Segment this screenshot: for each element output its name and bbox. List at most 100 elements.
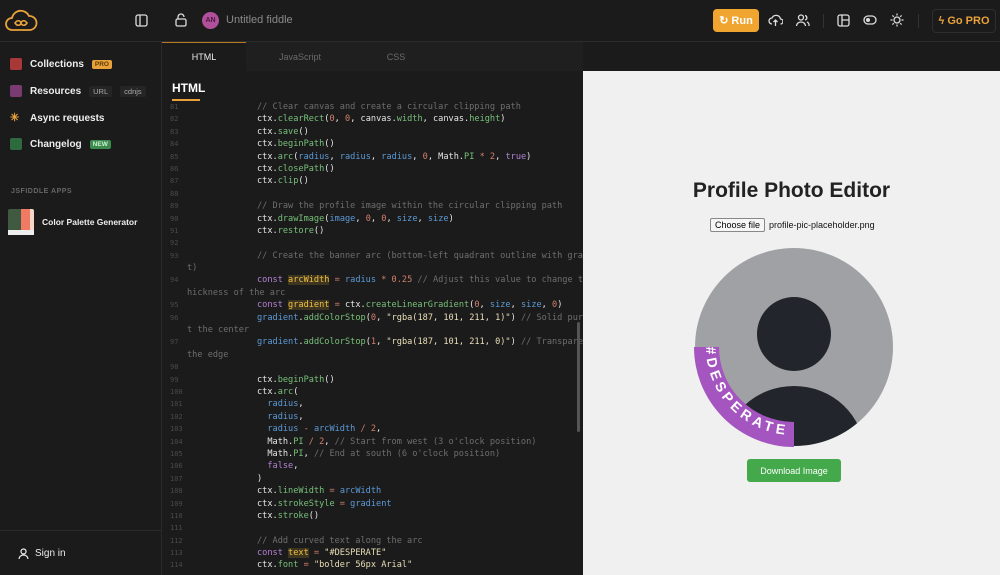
code-token: closePath [277, 163, 325, 174]
code-token: "rgba(187, 101, 211, 1)" [386, 312, 511, 323]
code-text: ctx.font = "bolder 56px Arial" [257, 559, 412, 571]
line-number: 89 [170, 202, 179, 211]
sidebar-item-label: Changelog [30, 138, 82, 150]
code-token: () [324, 374, 335, 385]
code-token: , [329, 151, 340, 162]
code-token: // End at south (6 o'clock position) [313, 448, 501, 459]
sidebar-item-resources[interactable]: Resources URL cdnjs [10, 85, 146, 97]
code-lines[interactable]: 81 // Clear canvas and create a circular … [162, 101, 583, 572]
code-token: ) [510, 337, 521, 348]
pro-badge: PRO [91, 59, 112, 69]
code-token: = [329, 300, 345, 311]
code-token: "rgba(187, 101, 211, 0)" [386, 337, 511, 348]
code-token: // Draw the profile image within the cir… [257, 201, 563, 212]
sidebar-item-changelog[interactable]: Changelog NEW [10, 138, 111, 150]
code-text: // Create the banner arc (bottom-left qu… [257, 250, 583, 262]
editor-title: HTML [172, 81, 206, 95]
code-text: const text = "#DESPERATE" [257, 547, 386, 559]
code-line: 91 ctx.restore() [162, 225, 577, 237]
code-token: ctx. [257, 151, 278, 162]
line-number: 97 [170, 338, 179, 347]
fiddle-title[interactable]: Untitled fiddle [226, 14, 293, 26]
code-token: , [479, 300, 490, 311]
line-number: 100 [170, 387, 183, 396]
code-text: ctx.beginPath() [257, 138, 335, 150]
jsfiddle-logo-icon[interactable] [4, 6, 38, 41]
code-token: radius [267, 399, 299, 410]
code-line: 95 const gradient = ctx.createLinearGradi… [162, 299, 577, 311]
code-token: ctx. [257, 225, 278, 236]
toggle-sidebar-icon[interactable] [135, 14, 148, 27]
avatar[interactable]: AN [202, 12, 219, 29]
theme-sun-icon[interactable] [890, 13, 904, 27]
code-line: 104 Math.PI / 2, // Start from west (3 o… [162, 436, 577, 448]
run-button[interactable]: ↻ Run [713, 9, 759, 32]
layout-icon[interactable] [837, 14, 850, 27]
code-token: false [267, 461, 294, 472]
tab-html[interactable]: HTML [162, 42, 246, 71]
toggle-icon[interactable] [863, 15, 877, 25]
go-pro-button[interactable]: ϟ Go PRO [932, 9, 996, 33]
code-line: 85 ctx.arc(radius, radius, radius, 0, Mat… [162, 151, 577, 163]
sidebar-item-label: Resources [30, 85, 82, 97]
collaborate-users-icon[interactable] [795, 13, 810, 27]
code-line: 100 ctx.arc( [162, 386, 577, 398]
code-token: / 2 [303, 436, 325, 447]
code-line: 82 ctx.clearRect(0, 0, canvas.width, canv… [162, 113, 577, 125]
sidebar-item-async-requests[interactable]: ✳ Async requests [10, 112, 104, 124]
code-token: , [370, 213, 382, 224]
unlock-icon[interactable] [175, 13, 187, 27]
line-number: 110 [170, 511, 183, 520]
line-number: 112 [170, 536, 183, 545]
sidebar-item-collections[interactable]: Collections PRO [10, 58, 112, 70]
code-line: 101 radius, [162, 398, 577, 410]
code-line: 86 ctx.closePath() [162, 163, 577, 175]
code-token: addColorStop [303, 337, 366, 348]
line-number: 104 [170, 437, 183, 446]
code-token: PI [293, 448, 304, 459]
code-text: ctx.arc(radius, radius, radius, 0, Math.… [257, 151, 531, 163]
code-token: beginPath [277, 374, 325, 385]
code-text: hickness of the arc [187, 287, 285, 299]
code-token: ctx. [257, 560, 278, 571]
code-token: const [257, 275, 289, 286]
sign-in-button[interactable]: Sign in [0, 530, 162, 575]
tab-css[interactable]: CSS [354, 42, 438, 71]
code-token: clip [277, 176, 299, 187]
code-token: t) [187, 263, 198, 274]
editor-scrollbar[interactable] [577, 322, 580, 432]
choose-file-button[interactable]: Choose file [710, 218, 766, 232]
go-pro-label: Go PRO [947, 15, 990, 27]
code-text: ctx.drawImage(image, 0, 0, size, size) [257, 213, 454, 225]
cloud-upload-icon[interactable] [768, 13, 783, 27]
code-token: // Create the banner arc (bottom-left qu… [257, 250, 583, 261]
code-token: arcWidth [313, 424, 356, 435]
code-token: clearRect [277, 114, 325, 125]
code-editor[interactable]: HTML 81 // Clear canvas and create a circ… [162, 71, 583, 575]
divider [823, 14, 824, 28]
code-token: arcWidth [288, 275, 330, 286]
line-number: 108 [170, 487, 183, 496]
line-number: 81 [170, 103, 179, 111]
code-text: ctx.arc( [257, 386, 298, 398]
result-preview: Profile Photo Editor Choose file profile… [583, 71, 1000, 575]
code-token: ) [257, 473, 263, 484]
tab-javascript[interactable]: JavaScript [246, 42, 354, 71]
code-token: t the center [187, 325, 250, 336]
file-input[interactable]: Choose file profile-pic-placeholder.png [710, 218, 875, 232]
cdnjs-tag[interactable]: cdnjs [120, 85, 146, 97]
code-token: ctx. [257, 510, 278, 521]
url-tag[interactable]: URL [89, 85, 113, 97]
download-image-button[interactable]: Download Image [747, 459, 841, 482]
code-text: false, [257, 460, 298, 472]
code-token: stroke [277, 510, 309, 521]
code-token: image [329, 213, 356, 224]
collections-icon [10, 58, 22, 70]
code-text: gradient.addColorStop(0, "rgba(187, 101,… [257, 312, 583, 324]
code-line: 112 // Add curved text along the arc [162, 535, 577, 547]
code-token: // Start from west (3 o'clock position) [334, 436, 537, 447]
app-color-palette-generator[interactable]: Color Palette Generator [8, 209, 137, 235]
code-token: createLinearGradient [365, 300, 470, 311]
line-number: 113 [170, 549, 183, 558]
app-thumbnail [8, 209, 34, 235]
